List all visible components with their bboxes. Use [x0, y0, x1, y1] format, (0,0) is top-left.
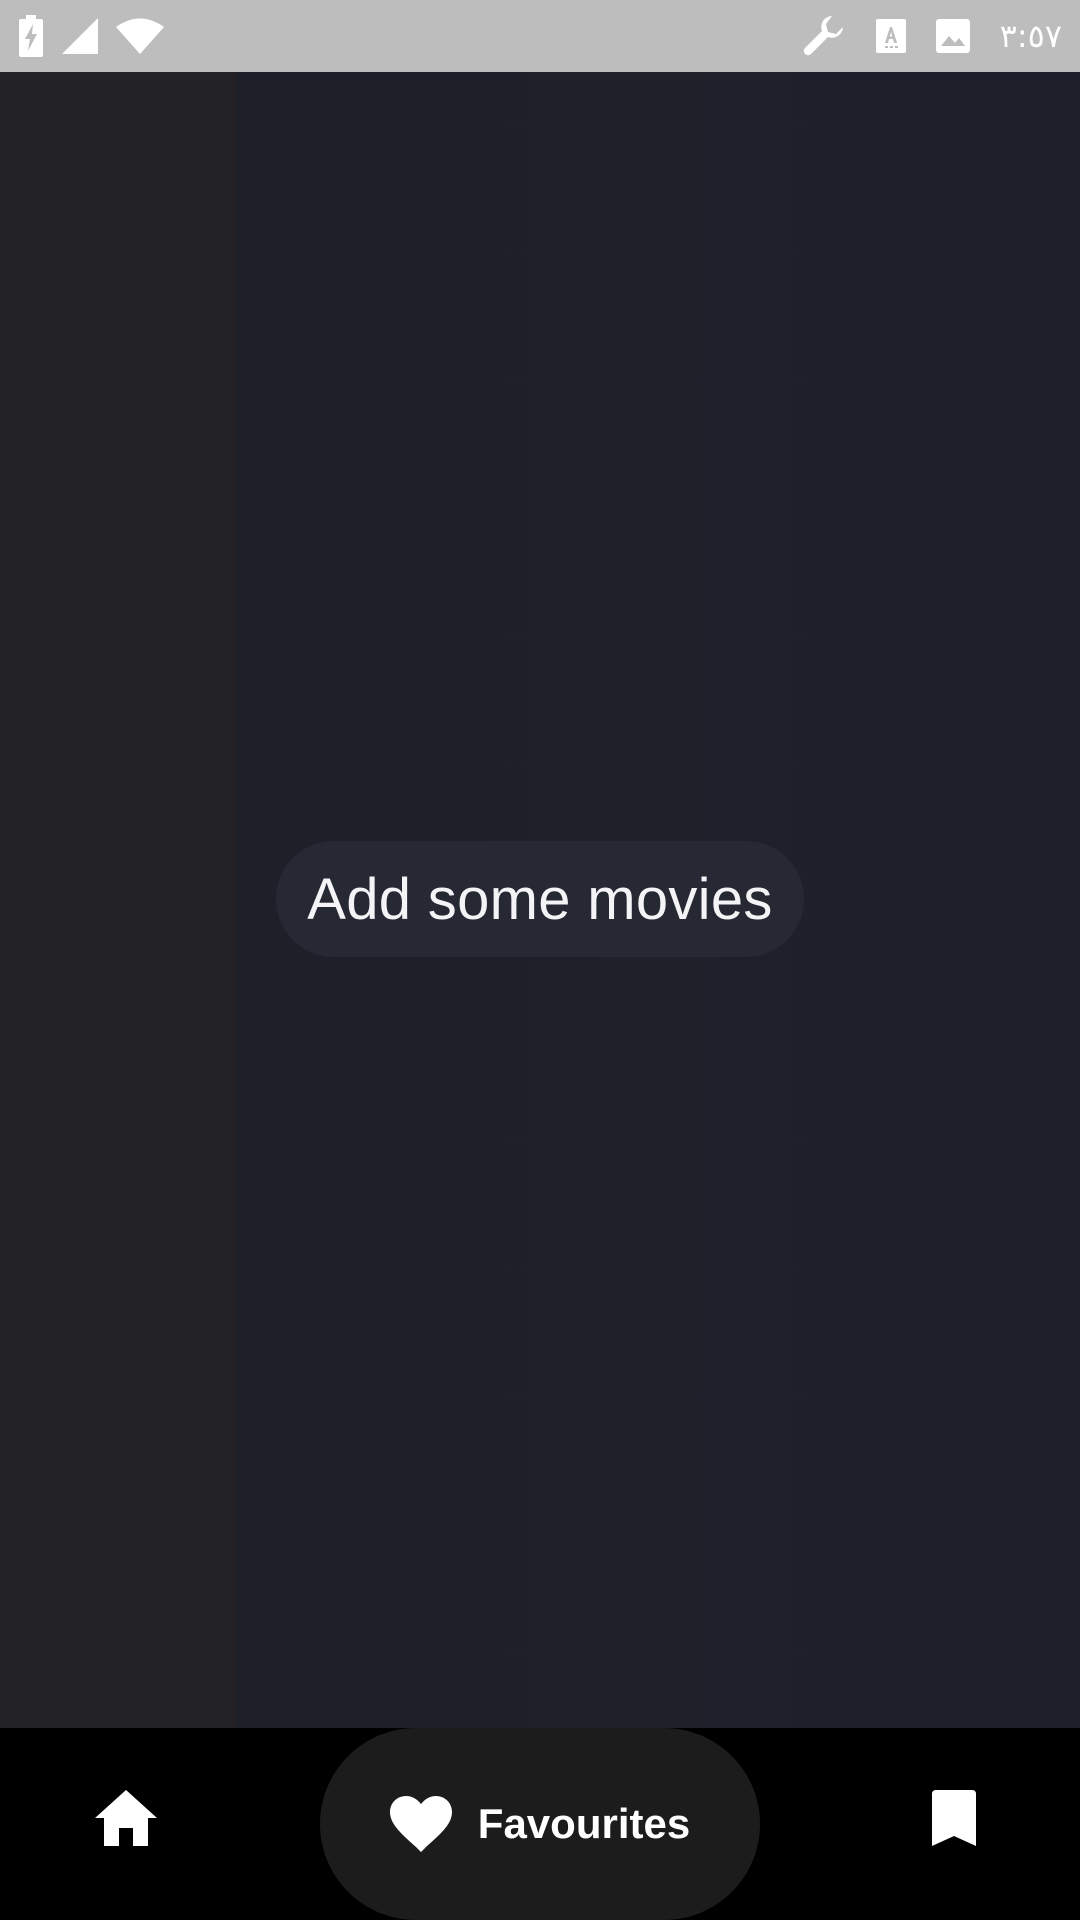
status-right: ٣:٥٧ [772, 14, 1062, 58]
wrench-icon [802, 14, 846, 58]
favourites-content: Add some movies [0, 72, 1080, 1728]
empty-state-message: Add some movies [307, 866, 773, 932]
home-icon [95, 1789, 157, 1851]
cellular-signal-icon [62, 18, 98, 54]
nav-bookmarks-button[interactable] [912, 1778, 996, 1862]
battery-charging-icon [18, 15, 44, 57]
wifi-icon [116, 18, 164, 54]
status-bar: ٣:٥٧ [0, 0, 1080, 72]
text-recognition-icon [875, 19, 906, 53]
nav-favourites-label: Favourites [477, 1800, 691, 1847]
app-screen: ٣:٥٧ Add some movies Favourites [0, 0, 1080, 1920]
bookmark-icon [932, 1789, 976, 1851]
status-time: ٣:٥٧ [999, 17, 1062, 55]
status-left [18, 15, 182, 57]
heart-icon [389, 1796, 452, 1852]
nav-favourites-button[interactable]: Favourites [320, 1728, 760, 1920]
empty-state-pill: Add some movies [276, 841, 804, 957]
image-icon [935, 19, 970, 53]
nav-home-button[interactable] [84, 1778, 168, 1862]
bottom-navigation-bar: Favourites [0, 1728, 1080, 1920]
